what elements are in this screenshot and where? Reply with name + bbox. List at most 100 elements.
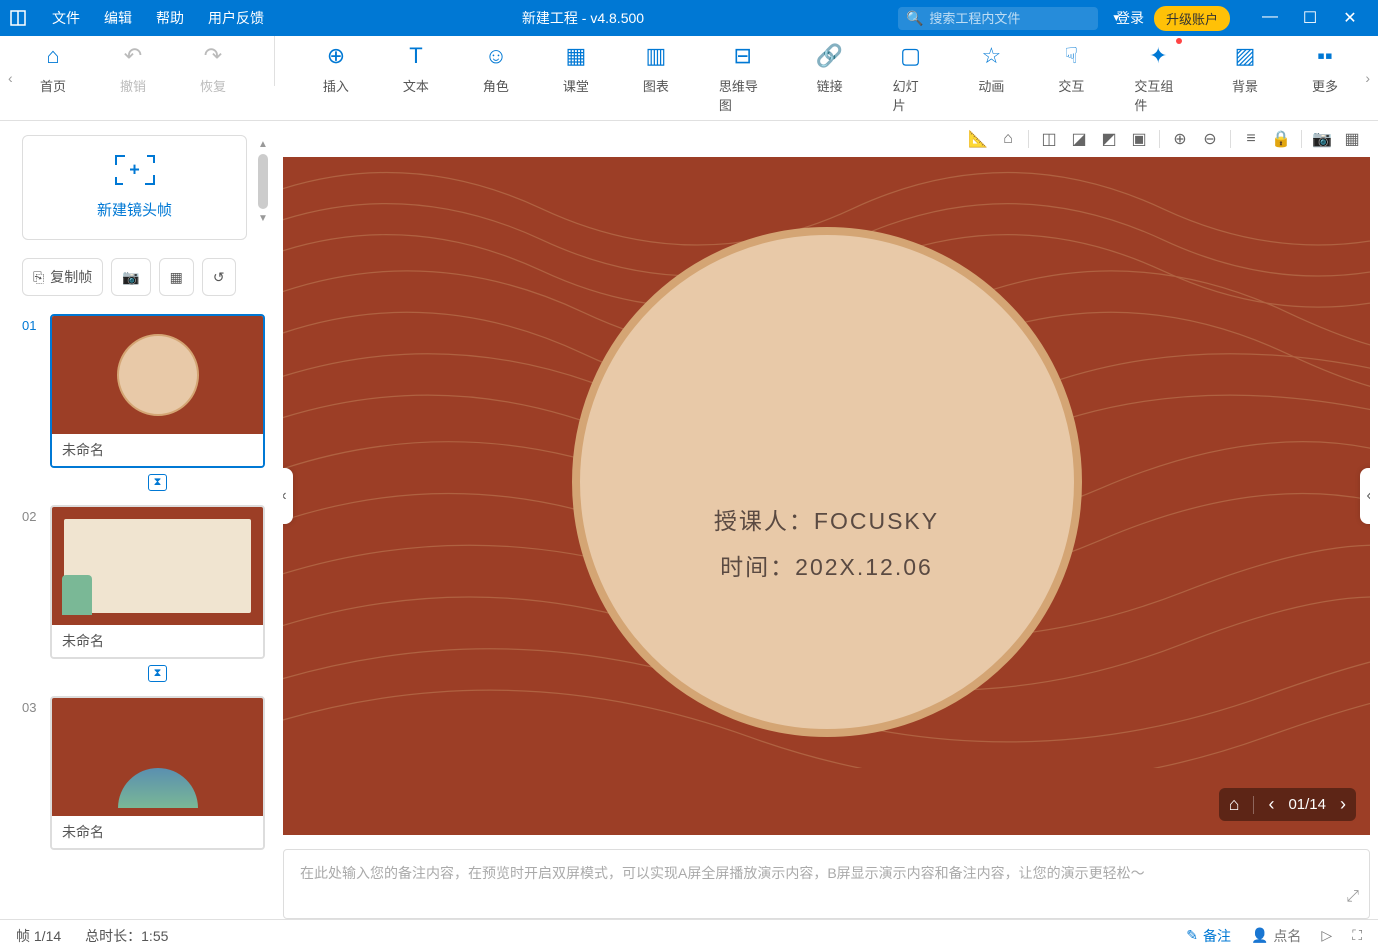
ribbon-more-button[interactable]: ▪▪更多 xyxy=(1300,36,1350,120)
play-button[interactable]: ▷ xyxy=(1321,927,1332,944)
layer-forward-icon[interactable]: ◩ xyxy=(1095,125,1123,153)
ribbon-animation-button[interactable]: ☆动画 xyxy=(966,36,1016,120)
home-view-icon[interactable]: ⌂ xyxy=(994,125,1022,153)
thumb-card[interactable]: 未命名 xyxy=(50,314,265,468)
ribbon-label: 链接 xyxy=(817,76,843,95)
ribbon-redo-button[interactable]: ↷恢复 xyxy=(188,36,238,120)
ribbon-interact-button[interactable]: ☟交互 xyxy=(1046,36,1096,120)
maximize-button[interactable]: ☐ xyxy=(1290,8,1330,28)
sidebar: + 新建镜头帧 ▲ ▼ ⎘ 复制帧 📷 ▦ ↺ 01 未命名 ⧗ xyxy=(0,121,275,919)
sidebar-scrollbar[interactable]: ▲ ▼ xyxy=(255,135,271,255)
canvas-nav: ⌂ ‹ 01/14 › xyxy=(1219,788,1356,821)
ribbon-label: 角色 xyxy=(483,76,509,95)
ribbon-chart-button[interactable]: ▥图表 xyxy=(631,36,681,120)
ruler-icon[interactable]: 📐 xyxy=(964,125,992,153)
new-frame-label: 新建镜头帧 xyxy=(97,199,172,220)
classroom-icon: ▦ xyxy=(562,42,590,70)
canvas[interactable]: 授课人：FOCUSKY 时间：202X.12.06 ‹ ‹ ⌂ ‹ 01/14 … xyxy=(283,157,1370,835)
ribbon-undo-button[interactable]: ↶撤销 xyxy=(108,36,158,120)
expand-icon[interactable]: ⤢ xyxy=(1346,883,1359,910)
ribbon-link-button[interactable]: 🔗 链接 xyxy=(805,36,855,120)
menu-help[interactable]: 帮助 xyxy=(144,8,196,28)
thumbnail-item: 01 未命名 ⧗ xyxy=(22,314,265,495)
qr-button[interactable]: ▦ xyxy=(159,258,194,296)
separator xyxy=(1159,130,1160,148)
lecturer-text: 授课人：FOCUSKY xyxy=(714,502,939,536)
window-controls: — ☐ ✕ xyxy=(1250,8,1370,28)
camera-tool-icon[interactable]: 📷 xyxy=(1308,125,1336,153)
ribbon-scroll-left[interactable]: ‹ xyxy=(4,66,17,90)
interact-icon: ☟ xyxy=(1057,42,1085,70)
close-button[interactable]: ✕ xyxy=(1330,8,1370,28)
rollcall-btn-label: 点名 xyxy=(1273,926,1301,946)
ribbon-slide-button[interactable]: ▢幻灯片 xyxy=(885,36,937,120)
redo-icon: ↷ xyxy=(199,42,227,70)
ribbon-classroom-button[interactable]: ▦课堂 xyxy=(551,36,601,120)
hourglass-icon: ⧗ xyxy=(148,665,168,682)
transition-indicator[interactable]: ⧗ xyxy=(50,472,265,491)
layer-back-icon[interactable]: ◫ xyxy=(1035,125,1063,153)
canvas-wrap: 📐 ⌂ ◫ ◪ ◩ ▣ ⊕ ⊖ ≡ 🔒 📷 ▦ xyxy=(275,121,1378,919)
ribbon-text-button[interactable]: T文本 xyxy=(391,36,441,120)
layer-backward-icon[interactable]: ◪ xyxy=(1065,125,1093,153)
ribbon-background-button[interactable]: ▨背景 xyxy=(1220,36,1270,120)
ribbon-insert-button[interactable]: ⊕插入 xyxy=(311,36,361,120)
lock-icon[interactable]: 🔒 xyxy=(1267,125,1295,153)
search-input[interactable] xyxy=(929,11,1105,26)
thumb-card[interactable]: 未命名 xyxy=(50,696,265,850)
search-box[interactable]: 🔍 ▼ xyxy=(898,7,1098,30)
rollcall-button[interactable]: 👤 点名 xyxy=(1251,926,1301,946)
main-area: + 新建镜头帧 ▲ ▼ ⎘ 复制帧 📷 ▦ ↺ 01 未命名 ⧗ xyxy=(0,121,1378,919)
ribbon-character-button[interactable]: ☺角色 xyxy=(471,36,521,120)
upgrade-button[interactable]: 升级账户 xyxy=(1154,6,1230,31)
ribbon-label: 动画 xyxy=(978,76,1004,95)
nav-home-icon[interactable]: ⌂ xyxy=(1229,794,1240,815)
ribbon-home-button[interactable]: ⌂首页 xyxy=(28,36,78,120)
nav-next-icon[interactable]: › xyxy=(1340,794,1346,815)
notes-textarea[interactable]: 在此处输入您的备注内容，在预览时开启双屏模式，可以实现A屏全屏播放演示内容，B屏… xyxy=(283,849,1370,919)
statusbar: 帧 1/14 总时长：1:55 ✎ 备注 👤 点名 ▷ ⛶ xyxy=(0,919,1378,951)
frame-counter: 01/14 xyxy=(1288,796,1326,813)
thumbnail-list: 01 未命名 ⧗ 02 未命名 ⧗ 03 未命名 xyxy=(22,314,265,850)
menu-edit[interactable]: 编辑 xyxy=(92,8,144,28)
menu-feedback[interactable]: 用户反馈 xyxy=(196,8,276,28)
copy-frame-button[interactable]: ⎘ 复制帧 xyxy=(22,258,103,296)
grid-icon[interactable]: ▦ xyxy=(1338,125,1366,153)
ribbon-label: 插入 xyxy=(323,76,349,95)
fullscreen-button[interactable]: ⛶ xyxy=(1352,927,1362,944)
ribbon-widget-button[interactable]: ✦交互组件 xyxy=(1126,36,1190,120)
thumbnail-item: 02 未命名 ⧗ xyxy=(22,505,265,686)
notes-btn-label: 备注 xyxy=(1203,926,1231,946)
duration-indicator: 总时长：1:55 xyxy=(85,926,168,946)
link-icon: 🔗 xyxy=(816,42,844,70)
panel-toggle-left[interactable]: ‹ xyxy=(283,468,293,524)
scroll-down-icon[interactable]: ▼ xyxy=(258,209,268,228)
align-icon[interactable]: ≡ xyxy=(1237,125,1265,153)
ribbon-label: 思维导图 xyxy=(719,76,767,114)
zoom-out-icon[interactable]: ⊖ xyxy=(1196,125,1224,153)
new-frame-button[interactable]: + 新建镜头帧 xyxy=(22,135,247,240)
login-link[interactable]: 登录 xyxy=(1116,8,1144,28)
menu-file[interactable]: 文件 xyxy=(40,8,92,28)
separator xyxy=(1230,130,1231,148)
minimize-button[interactable]: — xyxy=(1250,8,1290,28)
ribbon-mindmap-button[interactable]: ⊟思维导图 xyxy=(711,36,775,120)
ribbon-label: 交互组件 xyxy=(1134,76,1182,114)
ribbon-label: 文本 xyxy=(403,76,429,95)
thumb-number: 02 xyxy=(22,505,40,686)
ribbon-label: 首页 xyxy=(40,76,66,95)
nav-prev-icon[interactable]: ‹ xyxy=(1268,794,1274,815)
scroll-up-icon[interactable]: ▲ xyxy=(258,135,268,154)
panel-toggle-right[interactable]: ‹ xyxy=(1360,468,1370,524)
frame-indicator: 帧 1/14 xyxy=(16,926,61,946)
camera-button[interactable]: 📷 xyxy=(111,258,150,296)
ribbon-scroll-right[interactable]: › xyxy=(1361,66,1374,90)
zoom-in-icon[interactable]: ⊕ xyxy=(1166,125,1194,153)
camera-icon: 📷 xyxy=(122,269,139,286)
loop-button[interactable]: ↺ xyxy=(202,258,236,296)
transition-indicator[interactable]: ⧗ xyxy=(50,663,265,682)
separator xyxy=(1253,796,1254,814)
thumb-card[interactable]: 未命名 xyxy=(50,505,265,659)
notes-toggle-button[interactable]: ✎ 备注 xyxy=(1186,926,1231,946)
layer-front-icon[interactable]: ▣ xyxy=(1125,125,1153,153)
